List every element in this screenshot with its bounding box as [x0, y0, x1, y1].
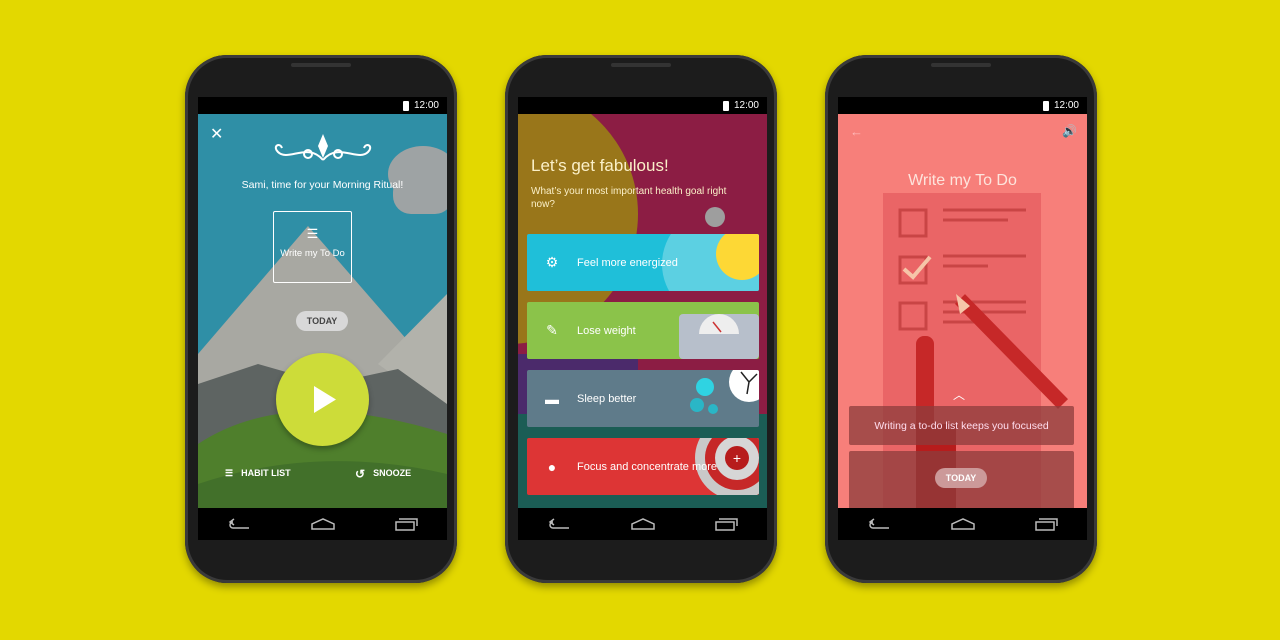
- habit-card-write-todo[interactable]: ☰ Write my To Do: [273, 211, 352, 283]
- greeting-text: Sami, time for your Morning Ritual!: [241, 179, 404, 191]
- habit-list-label: HABIT LIST: [241, 468, 291, 478]
- recents-icon[interactable]: [713, 517, 739, 531]
- home-icon[interactable]: [630, 517, 656, 531]
- close-icon[interactable]: ✕: [210, 124, 223, 144]
- ornament-icon: [274, 134, 372, 161]
- snooze-label: SNOOZE: [373, 468, 412, 478]
- tip-card: Writing a to-do list keeps you focused: [849, 406, 1074, 445]
- status-bar: 12:00: [838, 97, 1087, 114]
- home-icon[interactable]: [950, 517, 976, 531]
- sun-gear-icon: ⚙: [545, 254, 559, 270]
- phone-health-goal: 12:00 Let’s get fabulous! What’s your mo…: [505, 55, 777, 583]
- goal-sleep-better[interactable]: ▬ Sleep better: [527, 370, 759, 427]
- goal-feel-more-energized[interactable]: ⚙ Feel more energized: [527, 234, 759, 291]
- goal-label: Sleep better: [577, 392, 637, 405]
- status-bar: 12:00: [518, 97, 767, 114]
- page-title: Let’s get fabulous!: [531, 156, 669, 175]
- goal-lose-weight[interactable]: ✎ Lose weight: [527, 302, 759, 359]
- lightbulb-icon: ●: [547, 458, 557, 475]
- goal-label: Focus and concentrate more: [577, 460, 718, 473]
- recents-icon[interactable]: [1033, 517, 1059, 531]
- scale-illustration: [679, 314, 759, 359]
- phone-speaker: [931, 63, 991, 67]
- list-icon: ☰: [225, 468, 234, 478]
- home-icon[interactable]: [310, 517, 336, 531]
- battery-icon: [402, 100, 409, 111]
- recents-icon[interactable]: [393, 517, 419, 531]
- status-bar: 12:00: [198, 97, 447, 114]
- snooze-icon: ↺: [355, 467, 366, 481]
- today-badge: TODAY: [296, 311, 348, 331]
- checklist-icon: ☰: [306, 226, 319, 241]
- back-icon[interactable]: [547, 517, 573, 531]
- bed-icon: ▬: [545, 390, 559, 407]
- habit-list-button[interactable]: ☰ HABIT LIST: [225, 468, 291, 479]
- goal-label: Feel more energized: [577, 256, 678, 269]
- back-icon[interactable]: [867, 517, 893, 531]
- nav-bar: [838, 508, 1087, 540]
- battery-icon: [722, 100, 729, 111]
- clock: 12:00: [1053, 100, 1079, 111]
- page-subtitle: What’s your most important health goal r…: [531, 186, 727, 210]
- back-arrow-icon[interactable]: ←: [850, 124, 863, 139]
- phone-speaker: [611, 63, 671, 67]
- screen: ✕ Sami, time for your Morning Ritual! ☰ …: [198, 114, 447, 508]
- phone-morning-ritual: 12:00 ✕ Sami, time for your Morning Ritu…: [185, 55, 457, 583]
- battery-icon: [1042, 100, 1049, 111]
- goal-focus-concentrate[interactable]: + ● Focus and concentrate more: [527, 438, 759, 495]
- phone-habit-detail: 12:00 ← 🔊 Write my To Do ︿ Writing a to-…: [825, 55, 1097, 583]
- nav-bar: [518, 508, 767, 540]
- habit-card-label: Write my To Do: [280, 248, 345, 259]
- chevron-up-icon[interactable]: ︿: [953, 386, 965, 403]
- snooze-button[interactable]: ↺ SNOOZE: [355, 467, 411, 481]
- play-icon: [314, 386, 336, 413]
- habit-title: Write my To Do: [908, 172, 1017, 189]
- phone-speaker: [291, 63, 351, 67]
- clock: 12:00: [733, 100, 759, 111]
- clock-illustration: [690, 370, 759, 414]
- nav-bar: [198, 508, 447, 540]
- dumbbell-icon: ✎: [546, 322, 558, 338]
- svg-text:+: +: [733, 450, 741, 466]
- goal-label: Lose weight: [577, 324, 636, 337]
- clock: 12:00: [413, 100, 439, 111]
- screen: Let’s get fabulous! What’s your most imp…: [518, 114, 767, 508]
- today-badge: TODAY: [935, 468, 987, 488]
- back-icon[interactable]: [227, 517, 253, 531]
- play-button[interactable]: [276, 353, 369, 446]
- screen: ← 🔊 Write my To Do ︿ Writing a to-do lis…: [838, 114, 1087, 508]
- speaker-icon[interactable]: 🔊: [1062, 124, 1077, 138]
